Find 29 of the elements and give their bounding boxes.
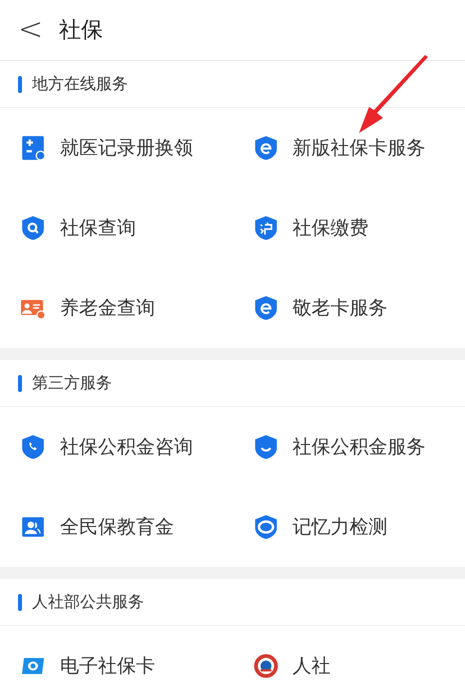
- service-item[interactable]: 全民保教育金: [0, 487, 232, 567]
- accent-bar: [18, 374, 22, 392]
- service-item[interactable]: 社保查询: [0, 188, 232, 268]
- section-title: 地方在线服务: [32, 74, 128, 94]
- service-item[interactable]: 记忆力检测: [232, 487, 465, 567]
- shield-e-icon: [252, 295, 278, 321]
- service-item[interactable]: 电子社保卡: [0, 626, 232, 690]
- section-title: 第三方服务: [32, 372, 112, 394]
- medical-book-icon: [20, 135, 46, 161]
- back-button[interactable]: <: [0, 15, 60, 45]
- service-item[interactable]: 敬老卡服务: [232, 268, 465, 348]
- shield-search-icon: [20, 215, 46, 241]
- service-item[interactable]: 养老金查询: [0, 268, 232, 348]
- shield-phone-icon: [20, 434, 46, 460]
- shield-e-icon: [252, 135, 278, 161]
- service-item[interactable]: 社保缴费: [232, 188, 465, 268]
- service-item[interactable]: 人社: [232, 626, 465, 690]
- page-title: 社保: [59, 17, 104, 45]
- shield-smile-icon: [252, 434, 278, 460]
- shield-ring-icon: [252, 514, 278, 540]
- service-item[interactable]: 社保公积金咨询: [0, 407, 232, 487]
- service-item[interactable]: 社保公积金服务: [232, 407, 465, 487]
- accent-bar: [18, 76, 22, 92]
- emblem-icon: [252, 653, 278, 679]
- service-item[interactable]: 就医记录册换领: [0, 108, 232, 188]
- section-title: 人社部公共服务: [32, 592, 144, 612]
- shield-icon: [252, 215, 278, 241]
- service-item[interactable]: 新版社保卡服务: [232, 108, 465, 188]
- accent-bar: [18, 594, 22, 610]
